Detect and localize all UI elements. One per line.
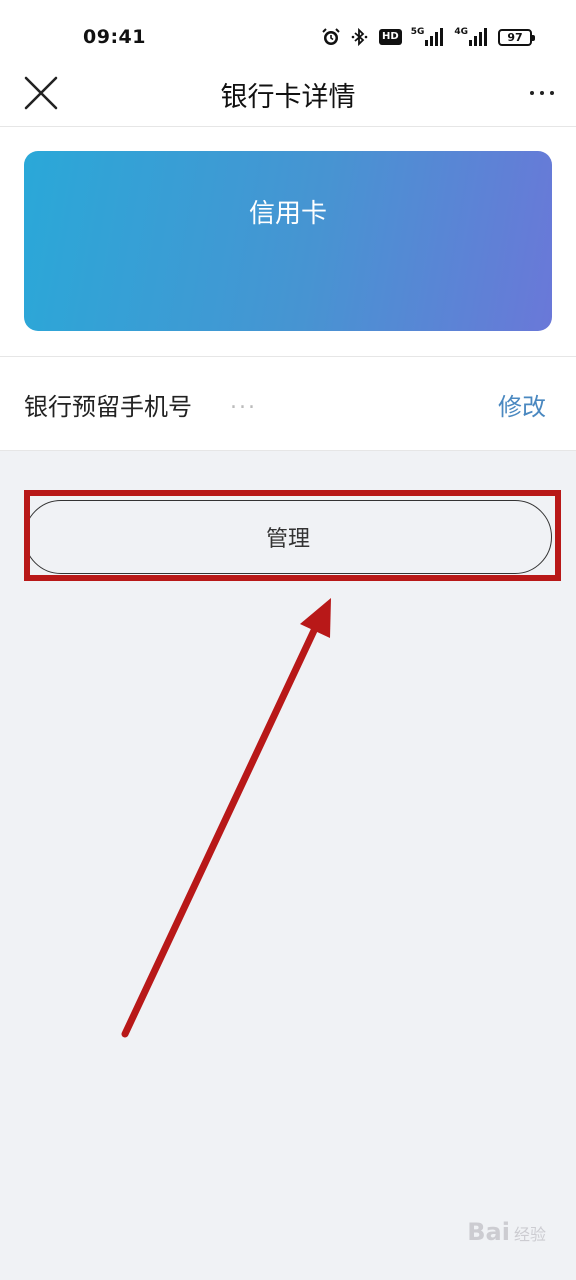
highlight-box: [24, 490, 561, 581]
net-label-5g: 5G: [410, 27, 425, 37]
reserved-phone-value: ...: [230, 389, 257, 414]
battery-level: 97: [507, 30, 523, 44]
page-title: 银行卡详情: [220, 82, 356, 113]
signal-4g-icon: 4G: [454, 28, 489, 46]
reserved-phone-label: 银行预留手机号: [24, 393, 192, 421]
nav-bar: 银行卡详情: [0, 60, 576, 126]
more-dots-icon: [540, 91, 544, 95]
section-divider-bottom: [0, 450, 576, 451]
bluetooth-icon: [350, 27, 370, 47]
more-button[interactable]: [522, 76, 562, 110]
alarm-icon: [321, 27, 341, 47]
bank-card[interactable]: 信用卡: [24, 151, 552, 331]
hd-icon: HD: [379, 29, 402, 45]
signal-5g-icon: 5G: [411, 28, 446, 46]
watermark-suffix: 经验: [513, 1225, 546, 1244]
net-label-4g: 4G: [454, 27, 468, 37]
status-icons: HD 5G 4G 97: [321, 26, 535, 48]
card-type-label: 信用卡: [248, 199, 327, 229]
watermark-logo: Bai 经验: [467, 1218, 546, 1246]
nav-divider: [0, 126, 576, 127]
status-time: 09:41: [83, 26, 146, 48]
modify-phone-link[interactable]: 修改: [498, 387, 546, 422]
more-dots-icon: [550, 91, 554, 95]
watermark-brand: Bai: [467, 1218, 510, 1246]
reserved-phone-row: 银行预留手机号 ... 修改: [0, 357, 576, 451]
more-dots-icon: [530, 91, 534, 95]
battery-icon: 97: [498, 28, 535, 46]
